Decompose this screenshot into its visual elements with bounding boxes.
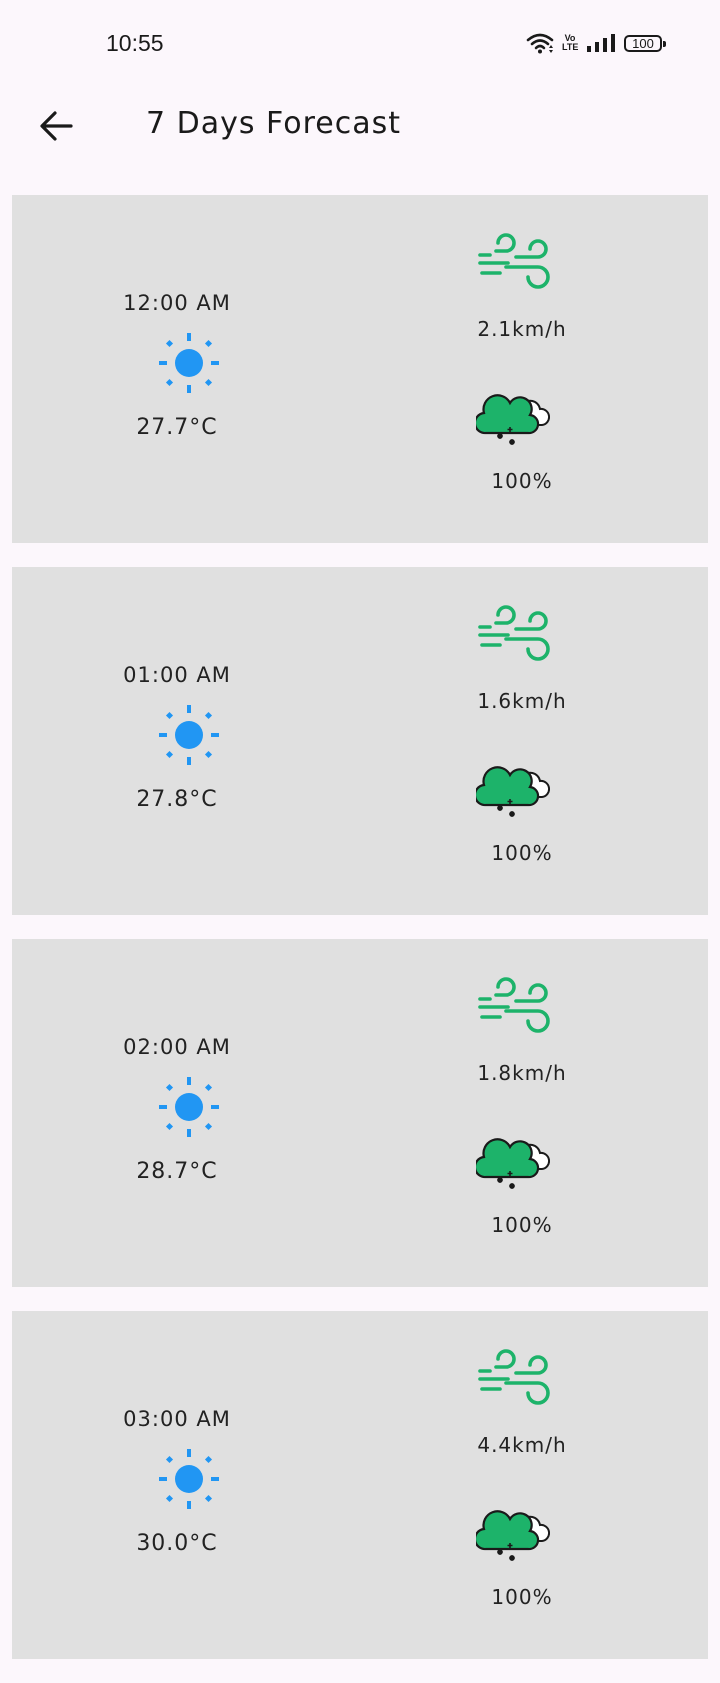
cloud-snow-icon (473, 393, 551, 445)
forecast-right-column: 4.4km/h 100% (392, 1311, 652, 1659)
cloud-snow-icon (473, 765, 551, 817)
sun-icon (157, 1447, 221, 1511)
forecast-temperature: 27.8°C (136, 787, 218, 812)
forecast-card[interactable]: 01:00 AM 27.8°C 1.6km/h 100% (12, 567, 708, 915)
forecast-wind-speed: 1.6km/h (477, 689, 567, 713)
forecast-left-column: 03:00 AM 30.0°C (12, 1311, 342, 1659)
forecast-temperature: 28.7°C (136, 1159, 218, 1184)
forecast-list[interactable]: 12:00 AM 27.7°C 2.1km/h 100% 01:00 AM 27… (12, 195, 708, 1683)
forecast-wind-speed: 4.4km/h (477, 1433, 567, 1457)
wind-icon (478, 1347, 550, 1411)
forecast-card[interactable]: 02:00 AM 28.7°C 1.8km/h 100% (12, 939, 708, 1287)
forecast-wind-speed: 2.1km/h (477, 317, 567, 341)
forecast-right-column: 2.1km/h 100% (392, 195, 652, 543)
forecast-time: 02:00 AM (123, 1035, 231, 1059)
status-time: 10:55 (106, 30, 164, 56)
wind-icon (478, 603, 550, 667)
forecast-rain-chance: 100% (491, 841, 553, 865)
status-icons: Vo LTE 100 (526, 32, 666, 54)
wifi-icon (526, 32, 554, 54)
cloud-snow-icon (473, 1509, 551, 1561)
forecast-wind-speed: 1.8km/h (477, 1061, 567, 1085)
sun-icon (157, 331, 221, 395)
wind-icon (478, 975, 550, 1039)
forecast-temperature: 30.0°C (136, 1531, 218, 1556)
forecast-right-column: 1.6km/h 100% (392, 567, 652, 915)
forecast-rain-chance: 100% (491, 1585, 553, 1609)
wind-icon (478, 231, 550, 295)
forecast-card[interactable]: 12:00 AM 27.7°C 2.1km/h 100% (12, 195, 708, 543)
forecast-left-column: 12:00 AM 27.7°C (12, 195, 342, 543)
forecast-time: 12:00 AM (123, 291, 231, 315)
status-bar: 10:55 Vo LTE 100 (0, 0, 720, 92)
forecast-right-column: 1.8km/h 100% (392, 939, 652, 1287)
forecast-time: 03:00 AM (123, 1407, 231, 1431)
arrow-left-icon (38, 110, 74, 146)
forecast-temperature: 27.7°C (136, 415, 218, 440)
volte-icon: Vo LTE (562, 33, 579, 52)
page-title: 7 Days Forecast (146, 106, 401, 141)
forecast-rain-chance: 100% (491, 1213, 553, 1237)
sun-icon (157, 703, 221, 767)
forecast-left-column: 02:00 AM 28.7°C (12, 939, 342, 1287)
cloud-snow-icon (473, 1137, 551, 1189)
forecast-left-column: 01:00 AM 27.8°C (12, 567, 342, 915)
app-bar: 7 Days Forecast (0, 92, 720, 162)
sun-icon (157, 1075, 221, 1139)
forecast-card[interactable]: 03:00 AM 30.0°C 4.4km/h 100% (12, 1311, 708, 1659)
forecast-rain-chance: 100% (491, 469, 553, 493)
battery-icon: 100 (624, 34, 666, 52)
back-button[interactable] (30, 102, 82, 154)
signal-icon (586, 33, 616, 53)
forecast-time: 01:00 AM (123, 663, 231, 687)
